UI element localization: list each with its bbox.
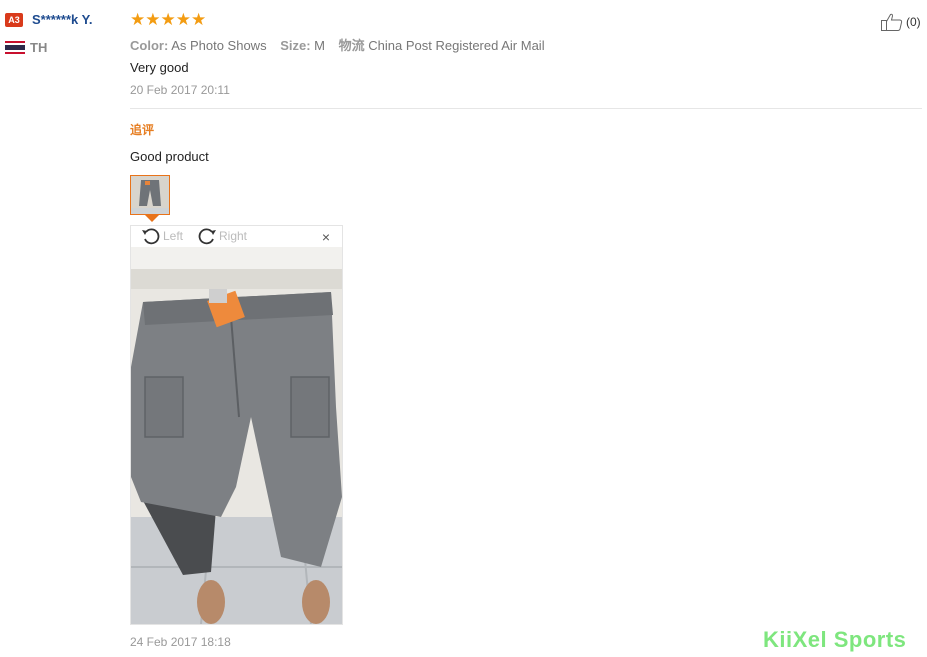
rotate-right-button[interactable]: Right [197, 227, 247, 245]
thumbnail-image [131, 176, 169, 214]
divider [130, 108, 922, 109]
review-text: Very good [130, 60, 189, 75]
review-date: 20 Feb 2017 20:11 [130, 83, 230, 97]
rotate-right-icon [198, 228, 216, 245]
product-attributes: Color: As Photo Shows Size: M 物流 China P… [130, 35, 555, 54]
review-photo-thumbnail[interactable] [130, 175, 170, 215]
thailand-flag-icon [5, 41, 25, 54]
rotate-left-button[interactable]: Left [141, 227, 183, 245]
shipping-label: 物流 [338, 38, 365, 53]
additional-review-heading: 追评 [130, 123, 155, 137]
helpful-count: (0) [906, 15, 921, 29]
additional-review-text: Good product [130, 149, 209, 164]
star-rating: ★★★★★ [130, 10, 207, 29]
size-label: Size: [280, 38, 311, 53]
image-viewer-toolbar: Left Right × [131, 226, 342, 246]
size-value: M [314, 38, 326, 53]
review-photo [131, 247, 342, 624]
thumbs-up-icon [881, 13, 903, 31]
additional-review-date: 24 Feb 2017 18:18 [130, 635, 231, 649]
rotate-right-label: Right [219, 229, 248, 243]
cargo-pants-photo [131, 247, 342, 624]
image-viewer: Left Right × [130, 225, 343, 625]
helpful-button[interactable]: (0) [880, 12, 921, 32]
rotate-left-icon [142, 228, 160, 245]
color-value: As Photo Shows [171, 38, 267, 53]
country-code: TH [30, 40, 48, 55]
shipping-value: China Post Registered Air Mail [368, 38, 545, 53]
reviewer-name[interactable]: S******k Y. [32, 12, 92, 27]
watermark: KiiXel Sports [763, 627, 907, 652]
close-icon[interactable]: × [322, 229, 330, 245]
color-label: Color: [130, 38, 169, 53]
level-badge: A3 [5, 13, 23, 27]
rotate-left-label: Left [163, 229, 184, 243]
thumbnail-pointer [145, 215, 159, 222]
